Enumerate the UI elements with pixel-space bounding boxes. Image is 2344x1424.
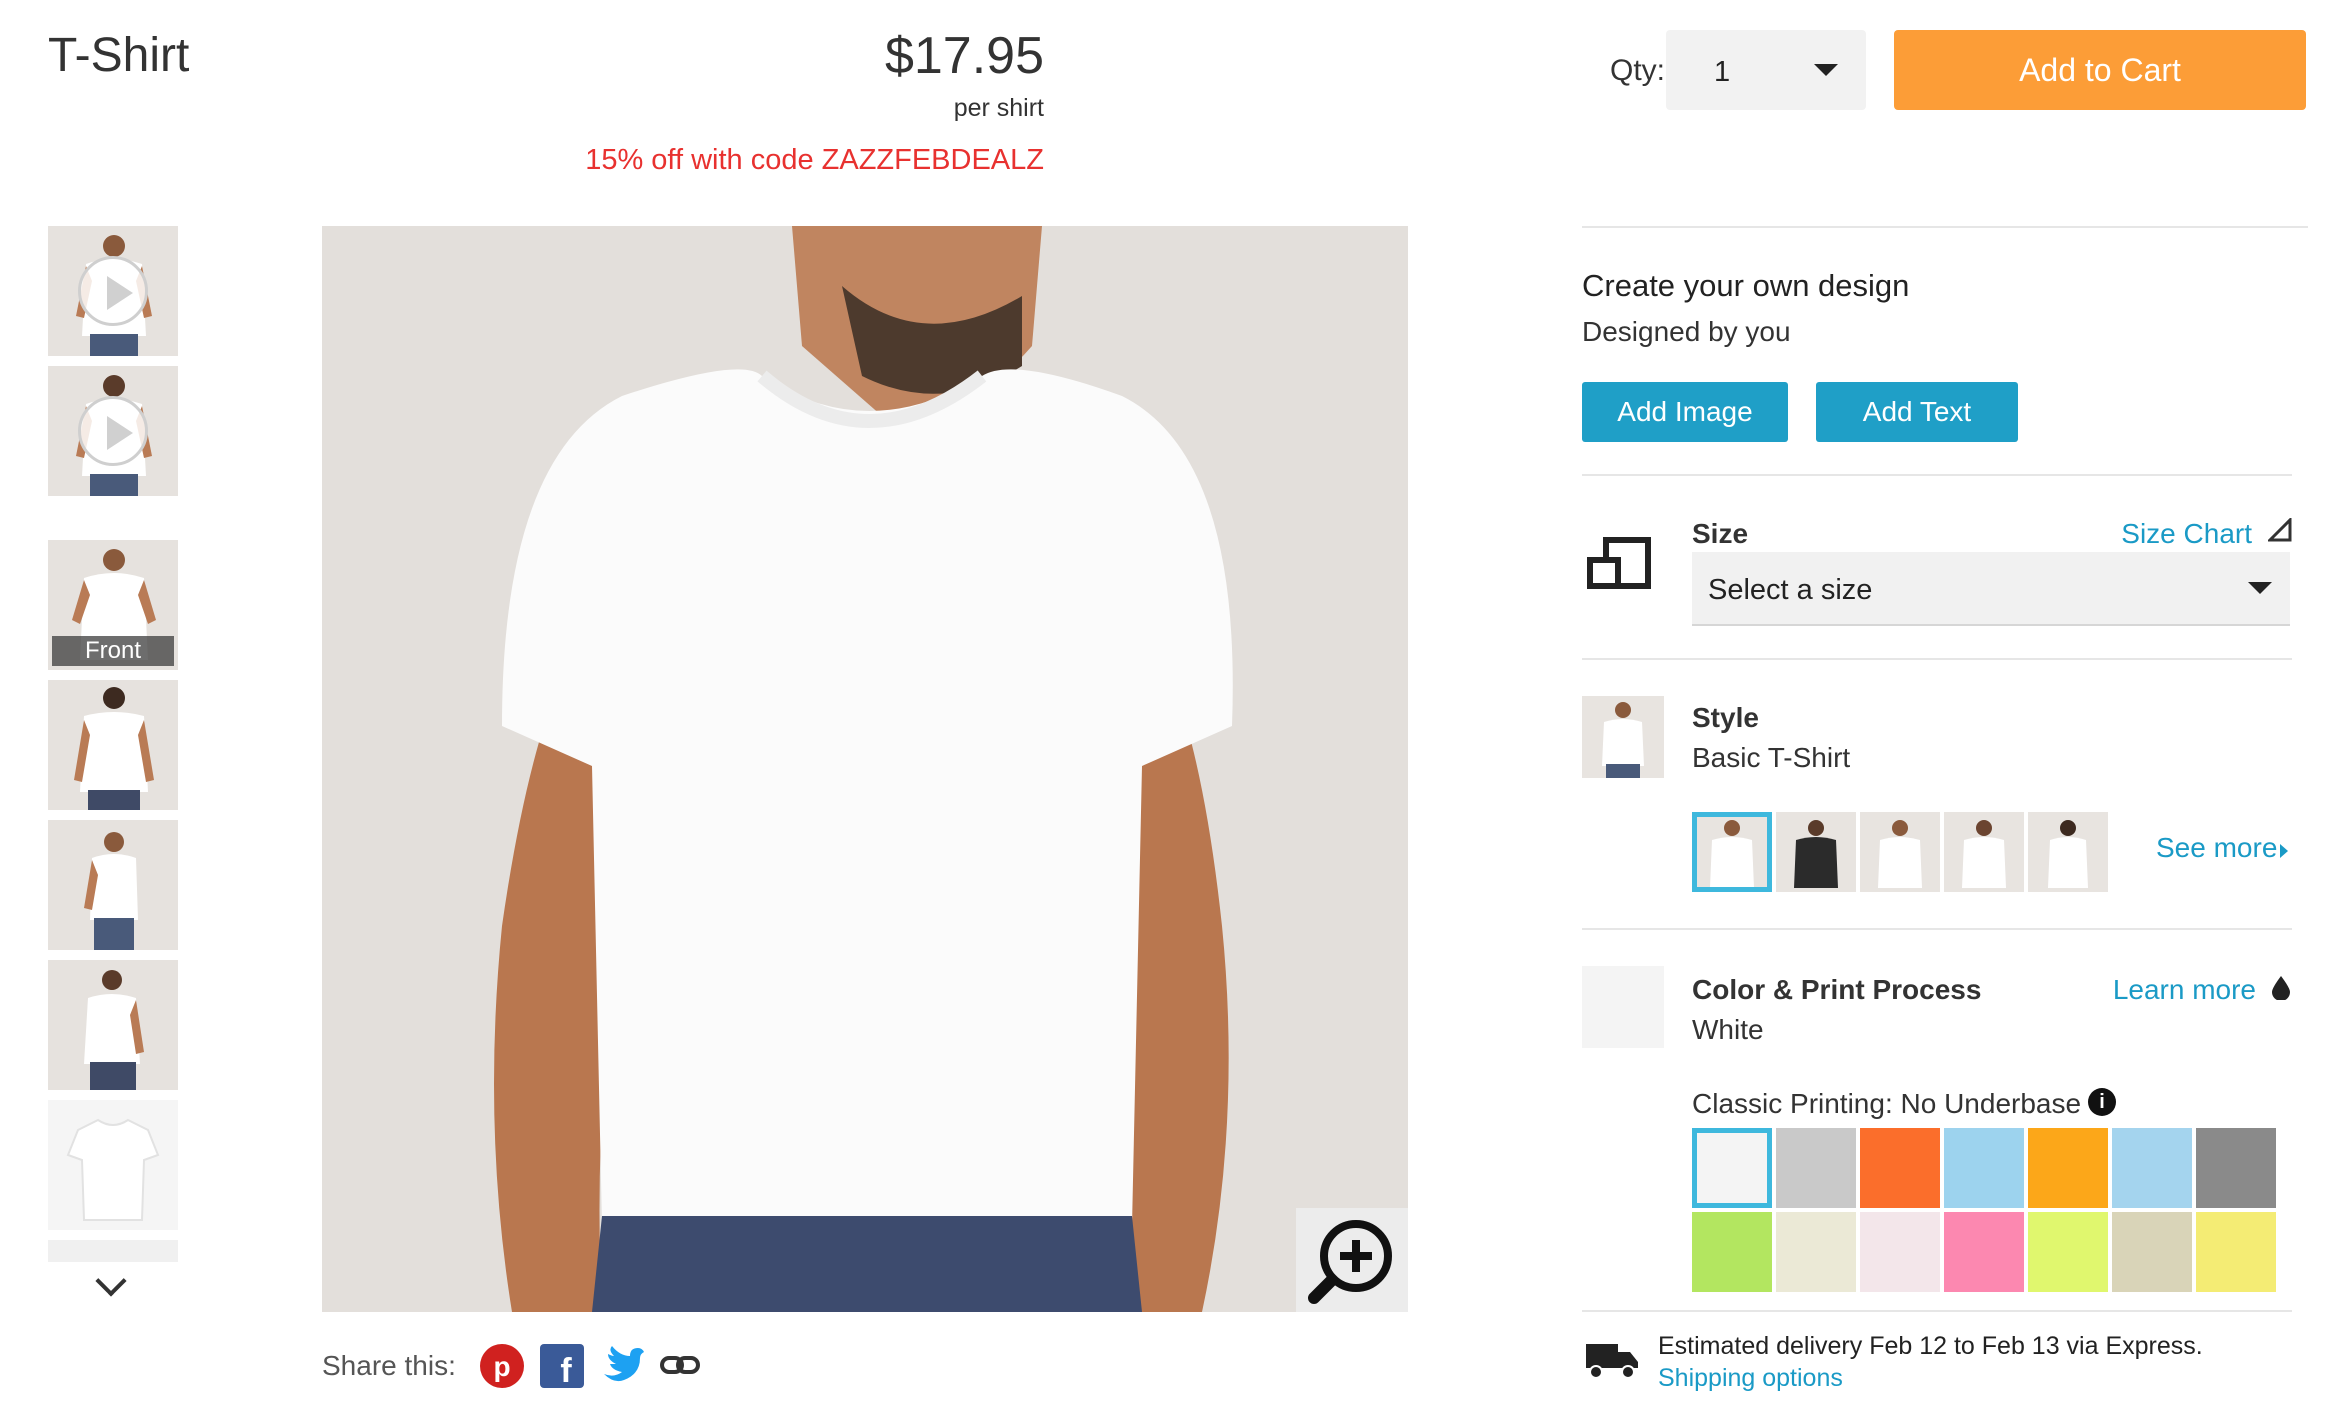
- main-product-image[interactable]: [322, 226, 1408, 1312]
- see-more-link[interactable]: See more: [2156, 832, 2277, 864]
- shipping-options-link[interactable]: Shipping options: [1658, 1364, 1843, 1393]
- play-icon: [78, 396, 148, 466]
- product-title: T-Shirt: [48, 29, 190, 82]
- color-swatch[interactable]: [1944, 1212, 2024, 1292]
- color-swatch[interactable]: [2196, 1212, 2276, 1292]
- chevron-right-icon: [2280, 844, 2288, 858]
- thumbnail-back[interactable]: [48, 680, 178, 810]
- divider: [1582, 474, 2292, 476]
- style-option-5[interactable]: [2028, 812, 2108, 892]
- color-swatch[interactable]: [1860, 1128, 1940, 1208]
- color-swatch[interactable]: [2112, 1128, 2192, 1208]
- learn-more-link[interactable]: Learn more: [2113, 974, 2256, 1006]
- color-swatches: [1692, 1128, 2312, 1292]
- product-price: $17.95: [884, 27, 1044, 85]
- qty-select[interactable]: 1: [1666, 30, 1866, 110]
- color-swatch[interactable]: [1692, 1128, 1772, 1208]
- ink-drop-icon: [2270, 974, 2292, 1005]
- size-label: Size: [1692, 518, 1749, 549]
- info-icon[interactable]: i: [2088, 1088, 2116, 1116]
- caret-down-icon: [2248, 582, 2272, 594]
- color-swatch[interactable]: [2112, 1212, 2192, 1292]
- model-image: [48, 960, 178, 1090]
- color-value: White: [1692, 1014, 1764, 1045]
- color-label: Color & Print Process: [1692, 974, 1982, 1005]
- style-option-black[interactable]: [1776, 812, 1856, 892]
- color-swatch[interactable]: [1860, 1212, 1940, 1292]
- thumbnail-side-left[interactable]: [48, 820, 178, 950]
- divider: [1582, 658, 2292, 660]
- color-swatch[interactable]: [2028, 1128, 2108, 1208]
- delivery-text: Estimated delivery Feb 12 to Feb 13 via …: [1658, 1332, 2203, 1360]
- thumbnail-more[interactable]: [48, 1240, 178, 1262]
- color-swatch[interactable]: [1944, 1128, 2024, 1208]
- add-to-cart-button[interactable]: Add to Cart: [1894, 30, 2306, 110]
- svg-text:f: f: [560, 1352, 572, 1388]
- qty-value: 1: [1714, 56, 1731, 88]
- printing-label: Classic Printing: No Underbase: [1692, 1088, 2082, 1119]
- size-placeholder: Select a size: [1708, 574, 1873, 606]
- color-swatch[interactable]: [1692, 1212, 1772, 1292]
- twitter-icon[interactable]: [600, 1344, 644, 1388]
- facebook-icon[interactable]: f: [540, 1344, 584, 1390]
- style-option-basic[interactable]: [1692, 812, 1772, 892]
- size-chart-link[interactable]: Size Chart: [2121, 518, 2252, 550]
- promo-text: 15% off with code ZAZZFEBDEALZ: [585, 144, 1044, 176]
- thumbnail-video-2[interactable]: [48, 366, 178, 496]
- model-image: [48, 820, 178, 950]
- thumbnail-side-right[interactable]: [48, 960, 178, 1090]
- ruler-icon: [2266, 516, 2292, 547]
- thumbnail-front[interactable]: Front: [48, 540, 178, 670]
- color-preview: [1582, 966, 1664, 1048]
- style-option-3[interactable]: [1860, 812, 1940, 892]
- link-icon[interactable]: [658, 1344, 702, 1388]
- size-select[interactable]: Select a size: [1692, 552, 2290, 626]
- zoom-in-icon: [1308, 1220, 1392, 1304]
- color-swatch[interactable]: [1776, 1128, 1856, 1208]
- chevron-down-icon[interactable]: [95, 1265, 127, 1297]
- color-swatch[interactable]: [2196, 1128, 2276, 1208]
- style-value: Basic T-Shirt: [1692, 742, 1851, 773]
- style-preview-image: [1582, 696, 1664, 778]
- color-swatch[interactable]: [2028, 1212, 2108, 1292]
- color-swatch[interactable]: [1776, 1212, 1856, 1292]
- model-shirt-image: [322, 226, 1408, 1312]
- add-text-button[interactable]: Add Text: [1816, 382, 2018, 442]
- price-unit: per shirt: [953, 94, 1044, 122]
- zoom-button[interactable]: [1296, 1208, 1408, 1312]
- design-heading: Create your own design: [1582, 268, 1910, 303]
- style-label: Style: [1692, 702, 1759, 733]
- pinterest-icon[interactable]: p: [480, 1344, 524, 1388]
- style-option-4[interactable]: [1944, 812, 2024, 892]
- thumbnail-flat-shirt[interactable]: [48, 1100, 178, 1230]
- truck-icon: [1584, 1340, 1640, 1385]
- divider: [1582, 928, 2292, 930]
- caret-down-icon: [1814, 64, 1838, 76]
- thumbnail-video-1[interactable]: [48, 226, 178, 356]
- design-subheading: Designed by you: [1582, 316, 1791, 347]
- divider: [1582, 226, 2308, 228]
- divider: [1582, 1310, 2292, 1312]
- thumbnail-label: Front: [52, 636, 174, 666]
- svg-text:p: p: [493, 1351, 510, 1382]
- model-image: [48, 680, 178, 810]
- size-icon: [1586, 536, 1652, 597]
- share-label: Share this:: [322, 1350, 456, 1381]
- shirt-image: [48, 1100, 178, 1230]
- qty-label: Qty:: [1610, 54, 1666, 87]
- play-icon: [78, 256, 148, 326]
- add-image-button[interactable]: Add Image: [1582, 382, 1788, 442]
